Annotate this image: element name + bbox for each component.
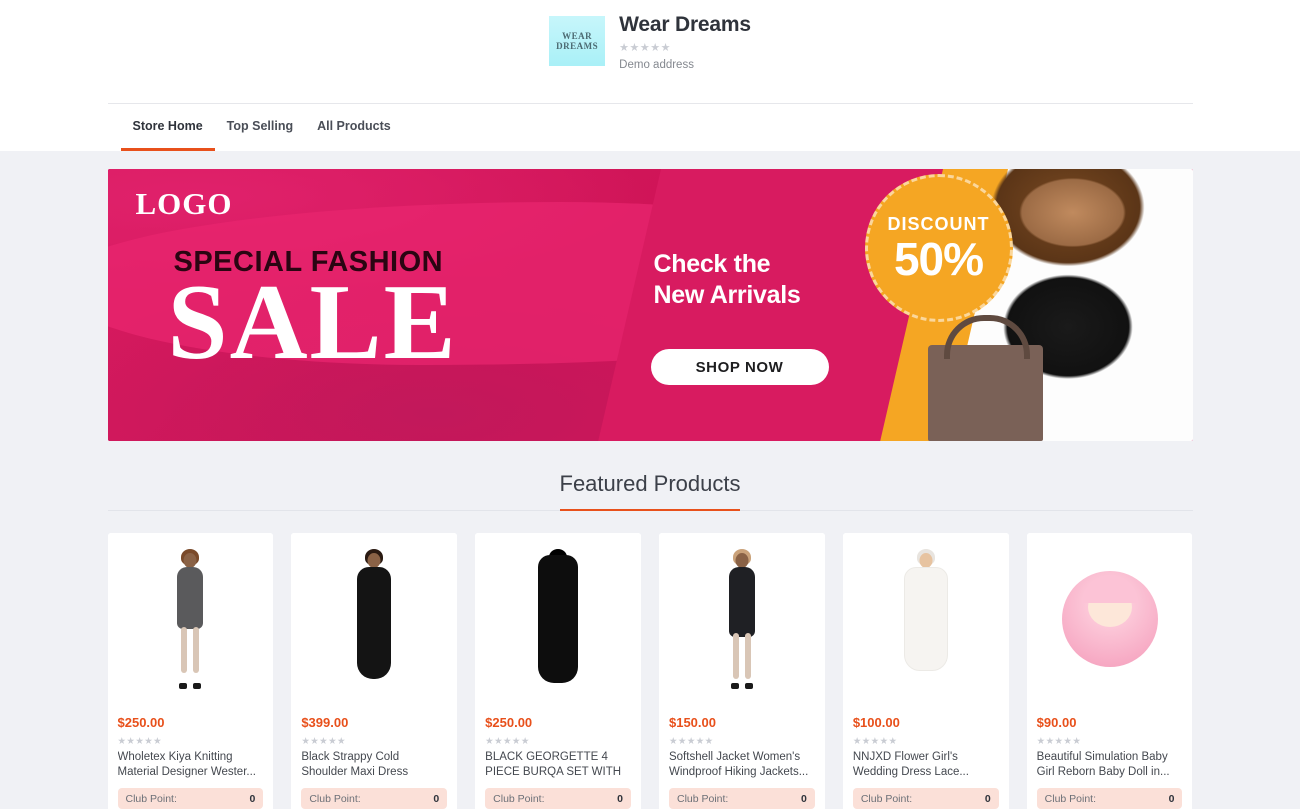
club-point-label: Club Point: [125,792,177,805]
product-price: $150.00 [668,715,716,730]
banner-handbag-photo [927,315,1043,441]
product-rating-stars: ★★★★★ [301,735,447,747]
club-point-badge: Club Point: 0 [852,788,999,809]
product-figure-icon [710,549,774,689]
club-point-value: 0 [984,792,991,805]
product-name: Black Strappy Cold Shoulder Maxi Dress [301,751,409,778]
club-point-badge: Club Point: 0 [1036,788,1183,809]
product-image [291,533,458,705]
product-rating-stars: ★★★★★ [485,735,631,747]
product-price: $250.00 [485,715,533,730]
product-card[interactable]: $250.00 ★★★★★ BLACK GEORGETTE 4 PIECE BU… [475,533,641,809]
product-name: Beautiful Simulation Baby Girl Reborn Ba… [1036,751,1170,778]
product-price: $100.00 [852,715,900,730]
star-icon-group: ★★★★★ [1036,736,1082,747]
featured-products-header: Featured Products [108,441,1193,511]
banner-subhead-line2: New Arrivals [653,281,801,309]
discount-label: DISCOUNT [887,213,990,234]
product-name: Softshell Jacket Women's Windproof Hikin… [668,751,809,778]
product-rating-stars: ★★★★★ [1037,735,1183,747]
tab-top-selling-label: Top Selling [226,119,294,133]
banner-subhead-line1: Check the [653,250,771,278]
promo-banner[interactable]: LOGO SPECIAL FASHION SALE Check the New … [107,169,1193,441]
club-point-value: 0 [249,792,256,805]
product-card[interactable]: $250.00 ★★★★★ Wholetex Kiya Knitting Mat… [107,533,274,809]
club-point-label: Club Point: [493,792,545,805]
product-figure-icon [342,549,406,689]
product-image [475,533,641,705]
star-icon-group: ★★★★★ [668,736,714,747]
banner-headline-big: SALE [167,263,458,382]
store-address: Demo address [619,59,694,71]
product-price: $250.00 [117,715,165,730]
product-image [107,533,274,705]
store-name: Wear Dreams [619,13,751,36]
product-rating-stars: ★★★★★ [118,735,264,747]
product-card[interactable]: $399.00 ★★★★★ Black Strappy Cold Shoulde… [291,533,458,809]
product-card[interactable]: $100.00 ★★★★★ NNJXD Flower Girl's Weddin… [842,533,1009,809]
store-rating-stars: ★★★★★ [619,41,751,54]
store-nav: Store Home Top Selling All Products [0,103,1300,151]
product-figure-icon [158,549,222,689]
club-point-label: Club Point: [1044,792,1097,805]
product-image [1026,533,1193,705]
tab-all-products[interactable]: All Products [305,104,403,151]
tab-top-selling[interactable]: Top Selling [215,104,305,151]
product-name: NNJXD Flower Girl's Wedding Dress Lace..… [852,751,969,778]
club-point-value: 0 [1168,792,1175,805]
banner-logo-text: LOGO [135,186,233,221]
product-card[interactable]: $90.00 ★★★★★ Beautiful Simulation Baby G… [1026,533,1193,809]
star-icon-group: ★★★★★ [485,736,530,747]
club-point-value: 0 [617,792,623,805]
product-card[interactable]: $150.00 ★★★★★ Softshell Jacket Women's W… [658,533,825,809]
product-rating-stars: ★★★★★ [853,735,999,747]
club-point-value: 0 [800,792,807,805]
club-point-value: 0 [433,792,440,805]
club-point-label: Club Point: [860,792,913,805]
product-price: $399.00 [301,715,349,730]
discount-value: 50% [893,232,984,285]
tab-store-home-label: Store Home [132,119,203,133]
product-image [842,533,1009,705]
product-price: $90.00 [1036,715,1077,730]
store-header: WEAR DREAMS Wear Dreams ★★★★★ Demo addre… [0,0,1300,103]
product-name: BLACK GEORGETTE 4 PIECE BURQA SET WITH N… [485,751,622,778]
club-point-label: Club Point: [676,792,729,805]
star-icon-group: ★★★★★ [301,736,346,747]
discount-badge: DISCOUNT 50% [864,174,1013,322]
shop-now-button[interactable]: SHOP NOW [650,349,829,385]
tab-store-home[interactable]: Store Home [120,104,215,151]
product-image [658,533,825,705]
store-logo: WEAR DREAMS [549,16,606,66]
tab-all-products-label: All Products [317,119,391,133]
store-logo-line1: WEAR [562,30,593,41]
product-name: Wholetex Kiya Knitting Material Designer… [117,751,256,778]
club-point-badge: Club Point: 0 [485,788,631,809]
club-point-badge: Club Point: 0 [301,788,448,809]
product-figure-icon [526,549,590,689]
page-title: Featured Products [559,471,741,511]
product-rating-stars: ★★★★★ [669,735,815,747]
featured-products-grid: $250.00 ★★★★★ Wholetex Kiya Knitting Mat… [107,533,1193,809]
page-body: LOGO SPECIAL FASHION SALE Check the New … [0,151,1300,809]
product-figure-icon [894,549,958,689]
store-logo-line2: DREAMS [556,41,599,51]
star-icon-group: ★★★★★ [852,736,898,747]
product-figure-icon [1061,571,1158,667]
star-icon-group: ★★★★★ [117,736,163,747]
club-point-label: Club Point: [309,792,361,805]
star-icon-group: ★★★★★ [619,42,671,54]
banner-subhead: Check the New Arrivals [654,249,801,311]
club-point-badge: Club Point: 0 [668,788,815,809]
club-point-badge: Club Point: 0 [117,788,264,809]
